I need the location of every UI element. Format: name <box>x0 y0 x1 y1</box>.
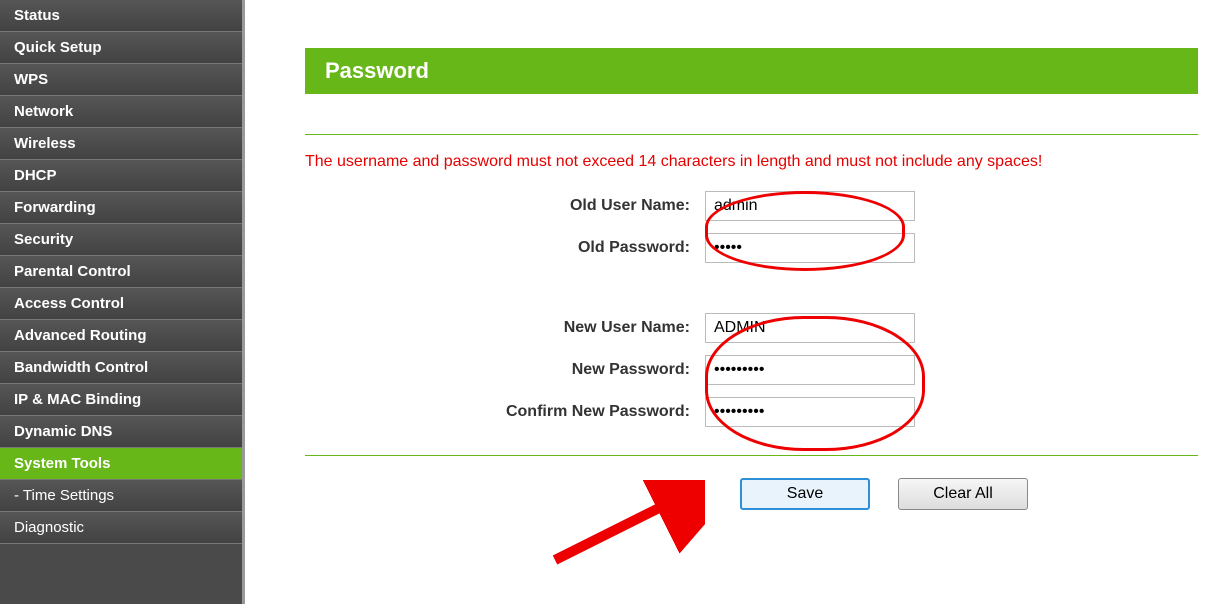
sidebar-item-time-settings[interactable]: - Time Settings <box>0 480 242 512</box>
old-password-label: Old Password: <box>305 239 705 257</box>
divider <box>305 134 1198 135</box>
content-area: Password The username and password must … <box>245 0 1228 604</box>
divider-bottom <box>305 455 1198 456</box>
sidebar-item-dhcp[interactable]: DHCP <box>0 160 242 192</box>
sidebar-item-advanced-routing[interactable]: Advanced Routing <box>0 320 242 352</box>
sidebar-item-status[interactable]: Status <box>0 0 242 32</box>
sidebar-item-parental-control[interactable]: Parental Control <box>0 256 242 288</box>
sidebar-item-system-tools[interactable]: System Tools <box>0 448 242 480</box>
new-username-label: New User Name: <box>305 319 705 337</box>
page-title: Password <box>305 48 1198 94</box>
old-password-input[interactable] <box>705 233 915 263</box>
sidebar-item-network[interactable]: Network <box>0 96 242 128</box>
old-username-label: Old User Name: <box>305 197 705 215</box>
sidebar-item-ip-mac-binding[interactable]: IP & MAC Binding <box>0 384 242 416</box>
new-password-input[interactable] <box>705 355 915 385</box>
sidebar-item-wps[interactable]: WPS <box>0 64 242 96</box>
clear-all-button[interactable]: Clear All <box>898 478 1028 510</box>
sidebar-item-forwarding[interactable]: Forwarding <box>0 192 242 224</box>
password-form: Old User Name: Old Password: New User Na… <box>305 191 1198 427</box>
arrow-icon <box>545 480 705 570</box>
warning-text: The username and password must not excee… <box>305 153 1198 171</box>
sidebar-item-dynamic-dns[interactable]: Dynamic DNS <box>0 416 242 448</box>
confirm-password-input[interactable] <box>705 397 915 427</box>
new-password-label: New Password: <box>305 361 705 379</box>
old-username-input[interactable] <box>705 191 915 221</box>
new-username-input[interactable] <box>705 313 915 343</box>
save-button[interactable]: Save <box>740 478 870 510</box>
confirm-password-label: Confirm New Password: <box>305 403 705 421</box>
sidebar-item-wireless[interactable]: Wireless <box>0 128 242 160</box>
sidebar-item-security[interactable]: Security <box>0 224 242 256</box>
sidebar-item-diagnostic[interactable]: Diagnostic <box>0 512 242 544</box>
sidebar-item-quick-setup[interactable]: Quick Setup <box>0 32 242 64</box>
sidebar: Status Quick Setup WPS Network Wireless … <box>0 0 245 604</box>
sidebar-item-access-control[interactable]: Access Control <box>0 288 242 320</box>
sidebar-item-bandwidth-control[interactable]: Bandwidth Control <box>0 352 242 384</box>
button-row: Save Clear All <box>740 478 1198 510</box>
